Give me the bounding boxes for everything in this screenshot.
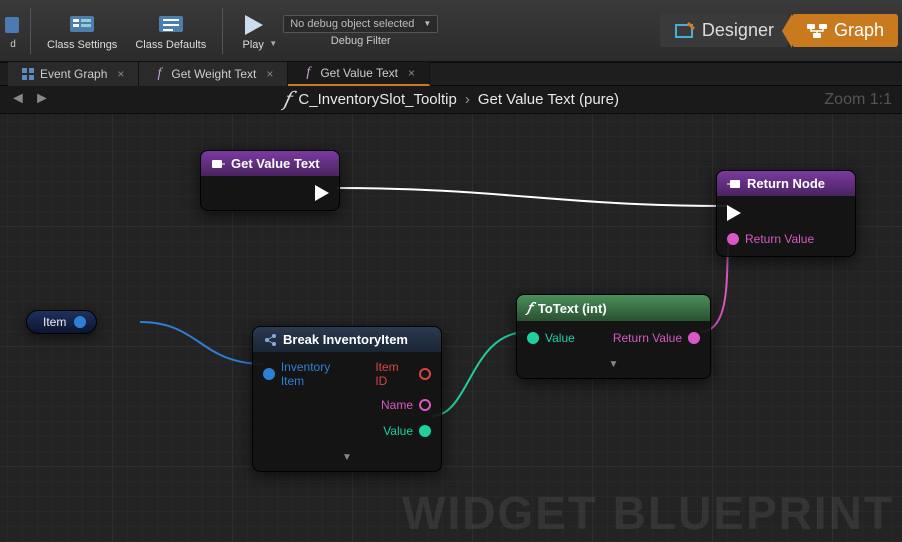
inventory-item-input-pin[interactable]: Inventory Item — [263, 360, 355, 388]
class-settings-icon — [68, 11, 96, 39]
designer-mode-button[interactable]: Designer — [660, 14, 788, 47]
variable-output-pin[interactable] — [74, 316, 86, 328]
expand-node-button[interactable]: ▼ — [263, 452, 431, 463]
tab-get-weight-text[interactable]: f Get Weight Text × — [139, 62, 288, 86]
breadcrumb: ◄ ► 𝑓 C_InventorySlot_Tooltip › Get Valu… — [0, 86, 902, 114]
expand-node-button[interactable]: ▼ — [527, 359, 700, 370]
toolbar-separator — [222, 8, 223, 54]
debug-filter: No debug object selected ▼ Debug Filter — [283, 15, 438, 47]
function-icon: f — [153, 68, 165, 80]
debug-filter-label: Debug Filter — [331, 35, 391, 47]
play-icon — [239, 11, 267, 39]
chevron-right-icon: › — [465, 91, 470, 108]
function-entry-icon — [211, 158, 225, 170]
exec-input-pin[interactable] — [727, 205, 741, 221]
graph-tabs: Event Graph × f Get Weight Text × f Get … — [0, 62, 902, 86]
breadcrumb-function[interactable]: Get Value Text (pure) — [478, 91, 619, 108]
node-return[interactable]: Return Node Return Value — [716, 170, 856, 257]
class-defaults-icon — [157, 11, 185, 39]
class-defaults-button[interactable]: Class Defaults — [127, 3, 214, 59]
return-value-output-pin[interactable]: Return Value — [613, 331, 700, 345]
node-header[interactable]: Break InventoryItem — [253, 327, 441, 352]
event-graph-icon — [22, 68, 34, 80]
node-header[interactable]: Return Node — [717, 171, 855, 196]
item-id-output-pin[interactable]: Item ID — [375, 360, 431, 388]
tab-get-value-text[interactable]: f Get Value Text × — [288, 62, 430, 86]
value-input-pin[interactable]: Value — [527, 331, 575, 345]
node-break-struct[interactable]: Break InventoryItem Inventory Item Item … — [252, 326, 442, 472]
debug-object-selector[interactable]: No debug object selected ▼ — [283, 15, 438, 33]
node-header[interactable]: Get Value Text — [201, 151, 339, 176]
value-output-pin[interactable]: Value — [383, 424, 431, 438]
zoom-level: Zoom 1:1 — [824, 91, 892, 109]
name-output-pin[interactable]: Name — [381, 398, 431, 412]
close-icon[interactable]: × — [408, 66, 415, 80]
dropdown-icon: ▼ — [423, 19, 431, 28]
toolbar-separator — [30, 8, 31, 54]
node-function-entry[interactable]: Get Value Text — [200, 150, 340, 211]
class-settings-button[interactable]: Class Settings — [39, 3, 125, 59]
main-toolbar: d Class Settings Class Defaults Play ▼ N… — [0, 0, 902, 62]
play-button[interactable]: Play ▼ — [231, 3, 275, 59]
exec-output-pin[interactable] — [315, 185, 329, 201]
close-icon[interactable]: × — [266, 67, 273, 81]
function-icon: 𝑓 — [527, 300, 532, 316]
designer-icon — [674, 21, 696, 41]
node-header[interactable]: 𝑓 ToText (int) — [517, 295, 710, 321]
node-variable-item[interactable]: Item — [26, 310, 97, 334]
function-icon: 𝑓 — [283, 87, 290, 112]
function-icon: f — [302, 67, 314, 79]
graph-mode-button[interactable]: Graph — [792, 14, 898, 47]
return-value-pin[interactable]: Return Value — [727, 232, 814, 246]
watermark-text: WIDGET BLUEPRINT — [402, 486, 894, 540]
close-icon[interactable]: × — [117, 67, 124, 81]
graph-canvas[interactable]: Get Value Text Return Node Return Value … — [0, 114, 902, 542]
toolbar-cut-button[interactable]: d — [4, 3, 22, 59]
graph-icon — [806, 22, 828, 40]
play-dropdown-icon[interactable]: ▼ — [269, 39, 277, 48]
editor-mode-toggle: Designer Graph — [660, 14, 898, 47]
break-struct-icon — [263, 333, 277, 347]
node-to-text[interactable]: 𝑓 ToText (int) Value Return Value ▼ — [516, 294, 711, 379]
nav-forward-button[interactable]: ► — [34, 90, 54, 110]
return-icon — [727, 178, 741, 190]
tab-event-graph[interactable]: Event Graph × — [8, 62, 139, 86]
breadcrumb-class[interactable]: C_InventorySlot_Tooltip — [298, 91, 456, 108]
nav-back-button[interactable]: ◄ — [10, 90, 30, 110]
